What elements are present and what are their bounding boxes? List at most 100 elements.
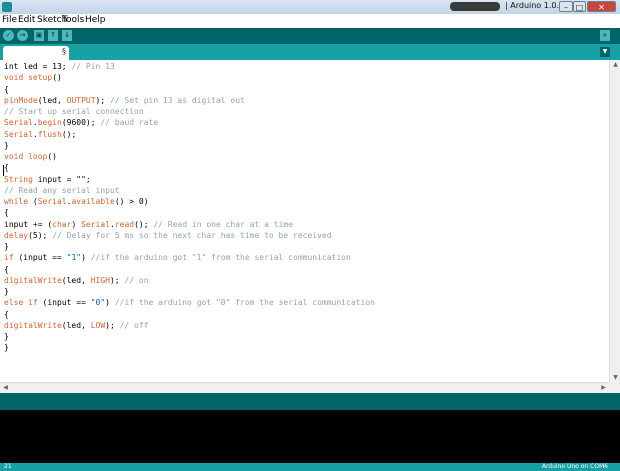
minimize-button[interactable]: – [559,1,573,12]
code-text: } [4,343,9,353]
code-keyword: read [114,219,135,229]
code-text: { [4,264,9,274]
code-comment: // Start up serial connection [4,107,144,116]
board-port-status: Arduino Uno on COM6 [541,463,608,470]
maximize-button[interactable]: □ [573,1,586,12]
code-line: while (Serial.available() > 0) [4,196,149,207]
code-keyword: else [4,298,24,308]
tab-menu-button[interactable]: ▼ [600,47,610,57]
code-line: digitalWrite(led, LOW); // off [4,320,149,331]
line-number: 21 [4,463,12,470]
code-line: } [4,286,9,297]
code-text: (5); [28,230,53,240]
code-text: { [4,163,9,173]
code-keyword: while [4,197,29,206]
tab-label: § [62,47,66,56]
code-line: if (input == "1") //if the arduino got "… [4,252,351,263]
code-line: int led = 13; // Pin 13 [4,61,115,72]
code-keyword: OUTPUT [66,95,96,105]
code-keyword: if [4,253,14,263]
code-line: } [4,331,9,342]
code-keyword: begin [37,118,62,128]
menu-file[interactable]: File [2,15,17,25]
menu-help[interactable]: Help [85,15,106,25]
code-line: String input = ""; [4,174,91,185]
message-area [0,393,620,410]
code-text: (input == [13,253,67,263]
close-button[interactable]: ✕ [587,1,616,12]
serial-monitor-button[interactable]: ⌕ [600,30,610,41]
menu-tools[interactable]: Tools [62,15,84,25]
code-text: (); [61,129,77,139]
scrollbar-corner [609,382,620,393]
code-text: () > 0) [114,197,149,206]
code-keyword: LOW [90,320,106,330]
scroll-up-icon[interactable]: ▲ [610,61,620,68]
code-keyword: Serial [37,197,67,206]
code-line: } [4,140,9,151]
code-text: } [4,140,9,150]
code-keyword: HIGH [90,275,110,285]
code-text: { [4,309,9,319]
code-keyword: Serial [81,219,110,229]
sketch-tab[interactable]: § [3,46,69,60]
code-comment: // baud rate [100,118,159,128]
code-line: } [4,241,9,252]
code-keyword: delay [4,230,29,240]
scroll-down-icon[interactable]: ▼ [610,374,620,381]
code-text: } [4,242,9,251]
code-editor[interactable]: int led = 13; // Pin 13 void setup(){pinM… [0,60,609,382]
new-button[interactable]: ▣ [34,30,44,41]
code-keyword: if [28,298,38,308]
toolbar: ✓ → ▣ ↑ ↓ ⌕ [0,28,620,44]
code-line: digitalWrite(led, HIGH); // on [4,275,149,286]
open-button[interactable]: ↑ [48,30,58,41]
code-text: (9600); [61,118,101,128]
menu-edit[interactable]: Edit [18,15,35,25]
code-comment: // Set pin 13 as digital out [109,95,245,105]
code-comment: // Delay for 5 ms so the next char has t… [52,230,332,240]
code-keyword: digitalWrite [4,320,62,330]
console-output[interactable] [0,410,620,463]
tab-bar: § ▼ [0,44,620,60]
code-line: Serial.begin(9600); // baud rate [4,117,158,128]
code-text: ( [28,197,38,206]
code-text: ); [109,275,125,285]
code-keyword: digitalWrite [4,275,62,285]
code-line: else if (input == "0") //if the arduino … [4,297,375,308]
menu-bar: File Edit Sketch Tools Help [0,14,620,28]
arduino-app-icon [2,2,12,12]
code-text: ); [95,95,110,105]
code-keyword: flush [37,129,62,139]
upload-button[interactable]: → [17,30,28,41]
code-keyword: void [4,73,24,83]
verify-button[interactable]: ✓ [3,30,14,41]
scroll-right-icon[interactable]: ▶ [598,384,609,391]
window-title: | Arduino 1.0.5 [505,1,565,10]
code-line: input += (char) Serial.read(); // Read i… [4,219,293,230]
code-text: (led, [37,95,67,105]
code-text: () [52,73,62,83]
code-comment: //if the arduino got "1" from the serial… [90,253,351,263]
code-text: input = ""; [32,174,91,184]
code-text: (led, [61,320,91,330]
arrow-down-icon: ↓ [64,31,70,39]
code-text: (led, [61,275,91,285]
horizontal-scrollbar[interactable]: ◀ ▶ [0,382,609,393]
title-bar: | Arduino 1.0.5 – □ ✕ [0,0,620,14]
code-line: // Read any serial input [4,185,120,196]
code-text: (input == [37,298,91,308]
code-text: } [4,332,9,341]
code-keyword: void [4,152,24,161]
save-button[interactable]: ↓ [62,30,72,41]
code-text: int led = 13; [4,62,72,71]
magnifier-icon: ⌕ [603,31,607,39]
code-keyword: "1" [66,253,82,263]
code-line: delay(5); // Delay for 5 ms so the next … [4,230,332,241]
code-line: { [4,264,9,275]
vertical-scrollbar[interactable]: ▲ ▼ [609,60,620,382]
scroll-left-icon[interactable]: ◀ [0,384,11,391]
code-comment: // off [119,320,149,330]
code-line: { [4,309,9,320]
code-text: ); [105,320,120,330]
